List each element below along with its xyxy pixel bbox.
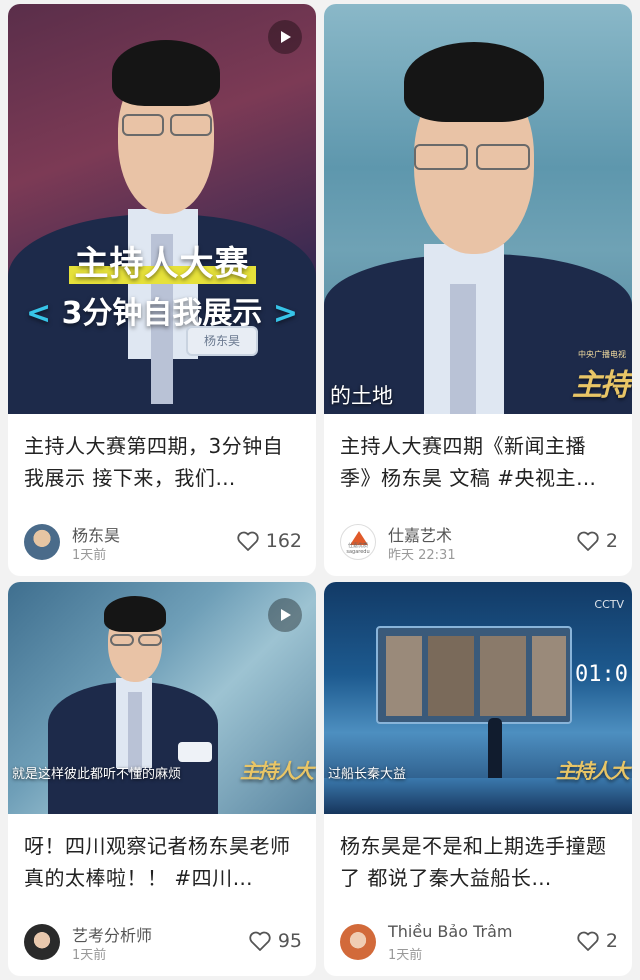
card-meta: Thiều Bảo Trâm 1天前 2 <box>340 922 618 963</box>
video-caption[interactable]: 主持人大赛第四期，3分钟自我展示 接下来，我们… <box>24 430 300 494</box>
anchor-figure <box>8 4 316 414</box>
heart-outline-icon <box>577 531 599 551</box>
video-card[interactable]: CCTV 01:0 主持人大 过船长秦大益 杨东昊是不是和上期选手撞题了 都说了… <box>324 582 632 976</box>
video-thumbnail[interactable]: CCTV 01:0 主持人大 过船长秦大益 <box>324 582 632 814</box>
avatar[interactable] <box>24 924 60 960</box>
show-logo: 主持人大 <box>240 759 314 783</box>
heart-outline-icon <box>237 531 259 551</box>
avatar[interactable] <box>340 924 376 960</box>
host-figure <box>488 718 502 778</box>
play-icon[interactable] <box>268 598 302 632</box>
show-logo: 主持人大 <box>556 759 630 783</box>
video-thumbnail[interactable]: 主持人大 就是这样彼此都听不懂的麻烦 <box>8 582 316 814</box>
heart-outline-icon <box>249 931 271 951</box>
countdown-timer: 01:0 <box>575 662 628 687</box>
channel-logo-text: 中央广播电视 <box>578 350 626 359</box>
video-subtitle: 过船长秦大益 <box>328 767 407 782</box>
heart-outline-icon <box>577 931 599 951</box>
cctv-logo: CCTV <box>594 598 624 611</box>
like-button[interactable]: 2 <box>576 930 618 952</box>
like-count: 2 <box>605 530 618 552</box>
card-meta: 杨东昊 1天前 162 <box>24 522 302 563</box>
like-count: 162 <box>265 530 302 552</box>
author-name[interactable]: 艺考分析师 <box>72 922 152 946</box>
overlay-subtitle: < 3分钟自我展示 > <box>25 296 299 331</box>
video-card[interactable]: 主持人大赛 < 3分钟自我展示 > 杨东昊 主持人大赛第四期，3分钟自我展示 接… <box>8 4 316 576</box>
like-count: 2 <box>605 930 618 952</box>
video-caption[interactable]: 呀！四川观察记者杨东昊老师真的太棒啦！！ #四川… <box>24 830 300 894</box>
name-tag: 杨东昊 <box>186 326 258 356</box>
video-wall <box>376 626 572 724</box>
video-subtitle: 就是这样彼此都听不懂的麻烦 <box>12 767 182 782</box>
video-thumbnail[interactable]: 主持人大赛 < 3分钟自我展示 > 杨东昊 <box>8 4 316 414</box>
post-time: 1天前 <box>72 548 107 563</box>
bracket-left: < <box>25 296 52 331</box>
like-button[interactable]: 95 <box>248 930 302 952</box>
avatar-text: 仕嘉优质 sagaredu <box>346 543 370 555</box>
video-thumbnail[interactable]: 中央广播电视 主持 的土地 <box>324 4 632 414</box>
overlay-title: 主持人大赛 <box>8 236 316 285</box>
like-count: 95 <box>277 930 302 952</box>
card-meta: 仕嘉优质 sagaredu 仕嘉艺术 昨天 22:31 2 <box>340 522 618 563</box>
avatar[interactable]: 仕嘉优质 sagaredu <box>340 524 376 560</box>
video-card[interactable]: 中央广播电视 主持 的土地 主持人大赛四期《新闻主播季》杨东昊 文稿 #央视主…… <box>324 4 632 576</box>
avatar[interactable] <box>24 524 60 560</box>
video-feed-grid: 主持人大赛 < 3分钟自我展示 > 杨东昊 主持人大赛第四期，3分钟自我展示 接… <box>0 0 640 980</box>
post-time: 昨天 22:31 <box>388 548 456 563</box>
card-meta: 艺考分析师 1天前 95 <box>24 922 302 963</box>
author-name[interactable]: Thiều Bảo Trâm <box>388 922 512 941</box>
video-card[interactable]: 主持人大 就是这样彼此都听不懂的麻烦 呀！四川观察记者杨东昊老师真的太棒啦！！ … <box>8 582 316 976</box>
bracket-right: > <box>272 296 299 331</box>
play-icon[interactable] <box>268 20 302 54</box>
video-caption[interactable]: 杨东昊是不是和上期选手撞题了 都说了秦大益船长… <box>340 830 616 894</box>
video-caption[interactable]: 主持人大赛四期《新闻主播季》杨东昊 文稿 #央视主… <box>340 430 616 494</box>
post-time: 1天前 <box>72 948 107 963</box>
author-name[interactable]: 仕嘉艺术 <box>388 522 452 546</box>
post-time: 1天前 <box>388 948 423 963</box>
like-button[interactable]: 2 <box>576 530 618 552</box>
video-subtitle: 的土地 <box>330 384 393 408</box>
show-logo: 主持 <box>572 368 630 403</box>
author-name[interactable]: 杨东昊 <box>72 522 120 546</box>
like-button[interactable]: 162 <box>236 530 302 552</box>
